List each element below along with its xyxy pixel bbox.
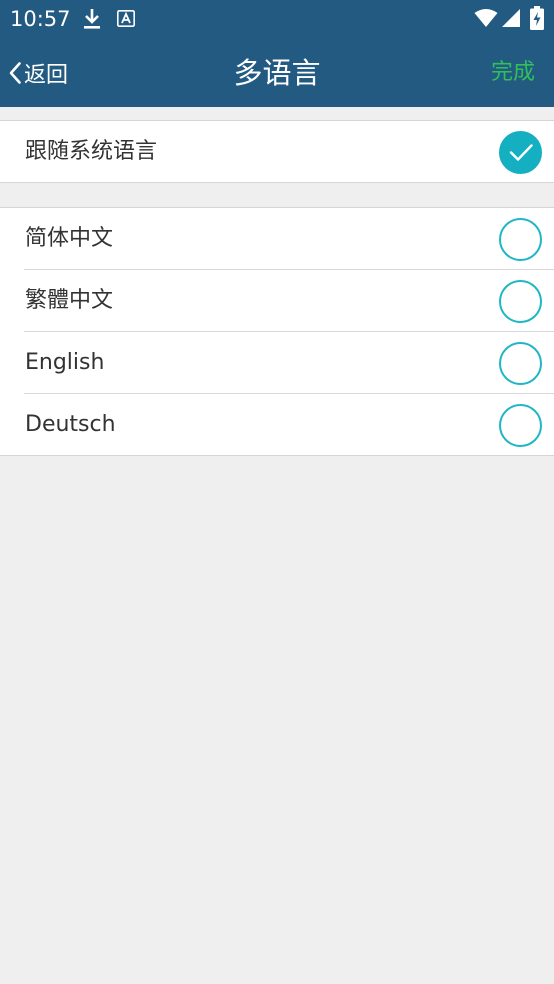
language-radio[interactable] — [499, 280, 542, 323]
checkmark-icon — [509, 144, 533, 161]
language-option-english[interactable]: English — [24, 331, 554, 393]
battery-charging-icon — [530, 6, 544, 30]
follow-system-option[interactable]: 跟随系统语言 — [0, 121, 554, 182]
font-app-icon — [117, 10, 135, 27]
header: 10:57 返回 多语言 完成 — [0, 0, 554, 107]
status-bar: 10:57 — [0, 0, 554, 38]
follow-system-label: 跟随系统语言 — [25, 139, 158, 164]
language-option-deutsch[interactable]: Deutsch — [24, 393, 554, 455]
language-label: 繁體中文 — [25, 288, 114, 313]
navigation-bar: 返回 多语言 完成 — [0, 38, 554, 107]
done-button[interactable]: 完成 — [491, 56, 535, 90]
language-label: 简体中文 — [25, 226, 114, 251]
follow-system-radio[interactable] — [499, 131, 542, 174]
language-radio[interactable] — [499, 218, 542, 261]
language-radio[interactable] — [499, 342, 542, 385]
language-radio[interactable] — [499, 404, 542, 447]
status-time: 10:57 — [10, 7, 71, 31]
cellular-signal-icon — [502, 9, 520, 27]
language-label: Deutsch — [25, 412, 116, 437]
wifi-icon — [474, 9, 498, 27]
follow-system-section: 跟随系统语言 — [0, 120, 554, 183]
language-option-simplified-chinese[interactable]: 简体中文 — [0, 208, 554, 269]
language-list: 简体中文 繁體中文 English Deutsch — [0, 207, 554, 456]
page-title: 多语言 — [233, 56, 321, 90]
language-option-traditional-chinese[interactable]: 繁體中文 — [24, 269, 554, 331]
language-label: English — [25, 350, 105, 375]
download-icon — [84, 9, 100, 29]
